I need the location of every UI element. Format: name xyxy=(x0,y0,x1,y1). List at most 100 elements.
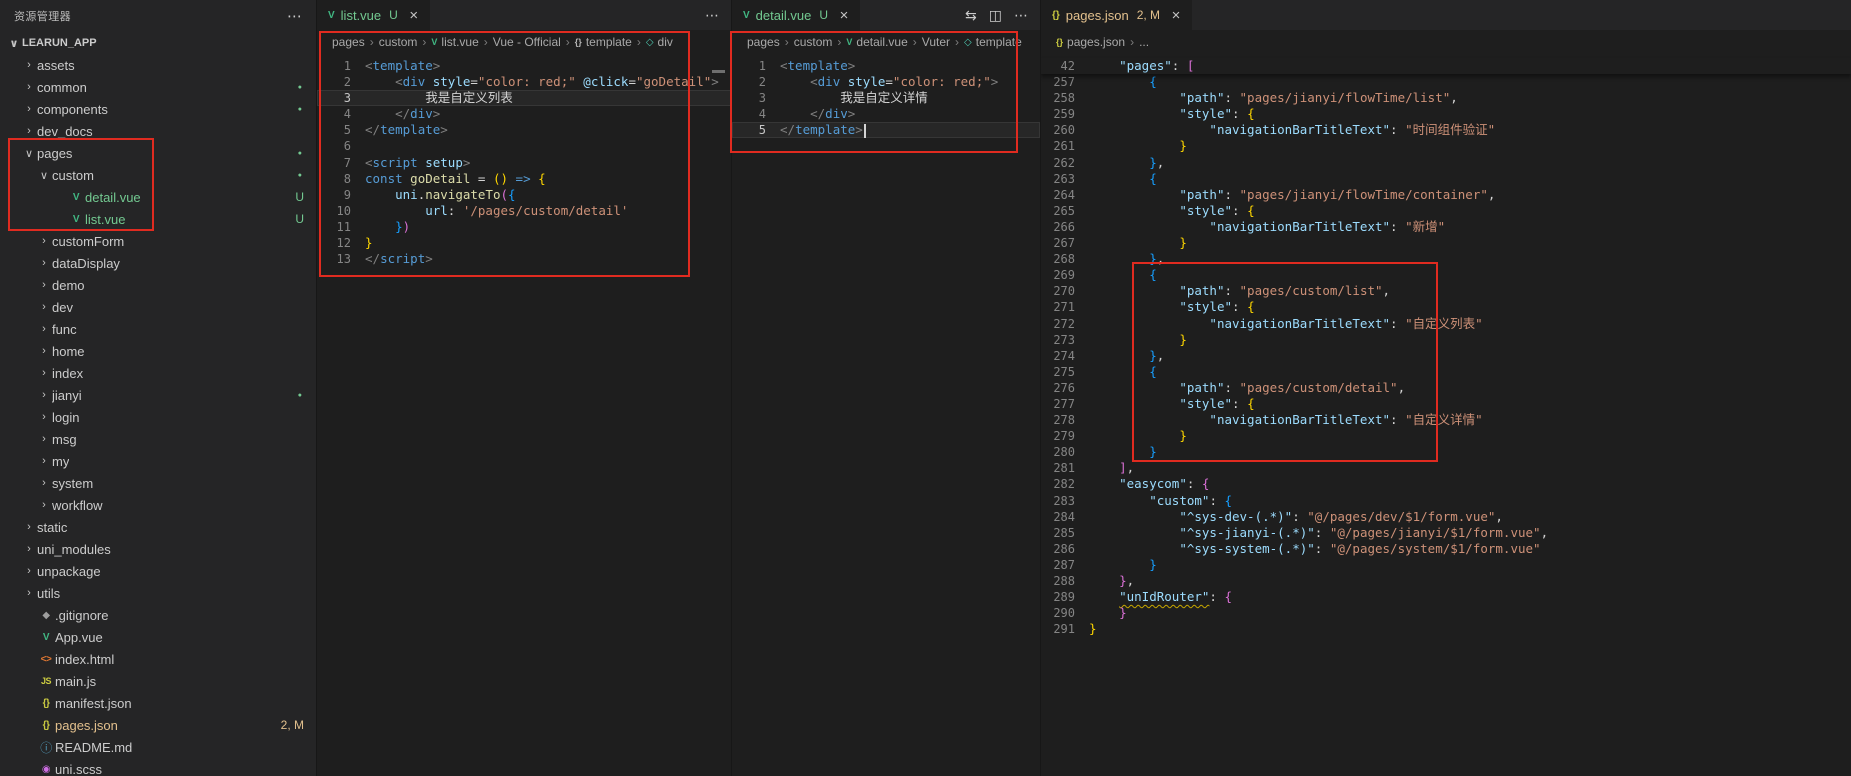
code-line-277[interactable]: 277 "style": { xyxy=(1041,396,1851,412)
tree-item-datadisplay[interactable]: ›dataDisplay xyxy=(0,252,316,274)
tree-item-login[interactable]: ›login xyxy=(0,406,316,428)
code-line-270[interactable]: 270 "path": "pages/custom/list", xyxy=(1041,283,1851,299)
breadcrumb-item-pages[interactable]: pages xyxy=(332,35,365,49)
code-line-274[interactable]: 274 }, xyxy=(1041,348,1851,364)
code-line-272[interactable]: 272 "navigationBarTitleText": "自定义列表" xyxy=(1041,316,1851,332)
code-line-280[interactable]: 280 } xyxy=(1041,444,1851,460)
tree-item-uni-scss[interactable]: ◉uni.scss xyxy=(0,758,316,776)
open-changes-icon[interactable]: ⇆ xyxy=(965,7,977,24)
breadcrumb-item-[interactable]: ... xyxy=(1139,35,1149,49)
code-line-12[interactable]: 12} xyxy=(317,235,731,251)
code-line-5[interactable]: 5</template> xyxy=(317,122,731,138)
code-line-2[interactable]: 2 <div style="color: red;"> xyxy=(732,74,1040,90)
breadcrumb-item-custom[interactable]: custom xyxy=(794,35,833,49)
code-line-268[interactable]: 268 }, xyxy=(1041,251,1851,267)
code-line-6[interactable]: 6 xyxy=(317,138,731,154)
tree-item-system[interactable]: ›system xyxy=(0,472,316,494)
code-line-291[interactable]: 291} xyxy=(1041,621,1851,637)
code-line-11[interactable]: 11 }) xyxy=(317,219,731,235)
tree-item-custom[interactable]: ∨custom● xyxy=(0,164,316,186)
breadcrumb-item-pages[interactable]: pages xyxy=(747,35,780,49)
tree-item-func[interactable]: ›func xyxy=(0,318,316,340)
code-line-269[interactable]: 269 { xyxy=(1041,267,1851,283)
tree-item-customform[interactable]: ›customForm xyxy=(0,230,316,252)
breadcrumb-item-template[interactable]: {}template xyxy=(575,35,632,49)
code-line-2[interactable]: 2 <div style="color: red;" @click="goDet… xyxy=(317,74,731,90)
tree-item-detail-vue[interactable]: Vdetail.vueU xyxy=(0,186,316,208)
tree-item-gitignore[interactable]: ◆.gitignore xyxy=(0,604,316,626)
tree-item-static[interactable]: ›static xyxy=(0,516,316,538)
code-line-3[interactable]: 3 我是自定义详情 xyxy=(732,90,1040,106)
split-editor-icon[interactable]: ◫ xyxy=(989,7,1002,24)
code-area[interactable]: 1<template>2 <div style="color: red;" @c… xyxy=(317,54,731,776)
more-icon[interactable]: ⋯ xyxy=(705,7,719,24)
code-line-259[interactable]: 259 "style": { xyxy=(1041,106,1851,122)
tree-item-utils[interactable]: ›utils xyxy=(0,582,316,604)
tree-item-uni-modules[interactable]: ›uni_modules xyxy=(0,538,316,560)
close-icon[interactable]: × xyxy=(406,7,422,24)
tree-item-manifest-json[interactable]: {}manifest.json xyxy=(0,692,316,714)
tab-list-vue[interactable]: Vlist.vueU× xyxy=(317,0,431,30)
code-line-288[interactable]: 288 }, xyxy=(1041,573,1851,589)
code-area[interactable]: 1<template>2 <div style="color: red;">3 … xyxy=(732,54,1040,776)
code-line-289[interactable]: 289 "unIdRouter": { xyxy=(1041,589,1851,605)
code-line-5[interactable]: 5</template> xyxy=(732,122,1040,138)
code-line-273[interactable]: 273 } xyxy=(1041,332,1851,348)
code-line-290[interactable]: 290 } xyxy=(1041,605,1851,621)
code-line-7[interactable]: 7<script setup> xyxy=(317,155,731,171)
code-line-287[interactable]: 287 } xyxy=(1041,557,1851,573)
tree-item-assets[interactable]: ›assets xyxy=(0,54,316,76)
code-line-257[interactable]: 257 { xyxy=(1041,74,1851,90)
tree-item-workflow[interactable]: ›workflow xyxy=(0,494,316,516)
tab-detail-vue[interactable]: Vdetail.vueU× xyxy=(732,0,861,30)
tree-item-dev-docs[interactable]: ›dev_docs xyxy=(0,120,316,142)
tree-item-home[interactable]: ›home xyxy=(0,340,316,362)
breadcrumb-item-vuter[interactable]: Vuter xyxy=(922,35,950,49)
code-line-286[interactable]: 286 "^sys-system-(.*)": "@/pages/system/… xyxy=(1041,541,1851,557)
tree-item-index[interactable]: ›index xyxy=(0,362,316,384)
tree-item-list-vue[interactable]: Vlist.vueU xyxy=(0,208,316,230)
tab-pages-json[interactable]: {}pages.json2, M× xyxy=(1041,0,1193,30)
code-line-10[interactable]: 10 url: '/pages/custom/detail' xyxy=(317,203,731,219)
code-line-4[interactable]: 4 </div> xyxy=(317,106,731,122)
code-line-4[interactable]: 4 </div> xyxy=(732,106,1040,122)
code-line-42[interactable]: 42 "pages": [ xyxy=(1041,58,1851,74)
tree-item-components[interactable]: ›components● xyxy=(0,98,316,120)
code-line-262[interactable]: 262 }, xyxy=(1041,155,1851,171)
code-line-279[interactable]: 279 } xyxy=(1041,428,1851,444)
code-line-264[interactable]: 264 "path": "pages/jianyi/flowTime/conta… xyxy=(1041,187,1851,203)
tree-item-main-js[interactable]: JSmain.js xyxy=(0,670,316,692)
code-line-266[interactable]: 266 "navigationBarTitleText": "新增" xyxy=(1041,219,1851,235)
tree-root-learun-app[interactable]: ∨ LEARUN_APP xyxy=(0,32,316,54)
code-line-13[interactable]: 13</script> xyxy=(317,251,731,267)
code-line-9[interactable]: 9 uni.navigateTo({ xyxy=(317,187,731,203)
code-line-278[interactable]: 278 "navigationBarTitleText": "自定义详情" xyxy=(1041,412,1851,428)
code-line-265[interactable]: 265 "style": { xyxy=(1041,203,1851,219)
close-icon[interactable]: × xyxy=(836,7,852,24)
more-icon[interactable]: ⋯ xyxy=(1014,7,1028,24)
breadcrumb-item-detail-vue[interactable]: Vdetail.vue xyxy=(846,35,907,49)
tree-item-demo[interactable]: ›demo xyxy=(0,274,316,296)
breadcrumb-item-vue-official[interactable]: Vue - Official xyxy=(493,35,561,49)
code-line-281[interactable]: 281 ], xyxy=(1041,460,1851,476)
code-line-283[interactable]: 283 "custom": { xyxy=(1041,493,1851,509)
code-line-267[interactable]: 267 } xyxy=(1041,235,1851,251)
code-line-258[interactable]: 258 "path": "pages/jianyi/flowTime/list"… xyxy=(1041,90,1851,106)
code-area[interactable]: 42 "pages": [257 {258 "path": "pages/jia… xyxy=(1041,54,1851,776)
tree-item-pages-json[interactable]: {}pages.json2, M xyxy=(0,714,316,736)
code-line-284[interactable]: 284 "^sys-dev-(.*)": "@/pages/dev/$1/for… xyxy=(1041,509,1851,525)
more-actions-icon[interactable]: ⋯ xyxy=(287,7,302,25)
tree-item-dev[interactable]: ›dev xyxy=(0,296,316,318)
tree-item-unpackage[interactable]: ›unpackage xyxy=(0,560,316,582)
code-line-282[interactable]: 282 "easycom": { xyxy=(1041,476,1851,492)
breadcrumb-item-custom[interactable]: custom xyxy=(379,35,418,49)
code-line-3[interactable]: 3 我是自定义列表 xyxy=(317,90,731,106)
code-line-261[interactable]: 261 } xyxy=(1041,138,1851,154)
breadcrumb-item-list-vue[interactable]: Vlist.vue xyxy=(431,35,478,49)
tree-item-common[interactable]: ›common● xyxy=(0,76,316,98)
tree-item-readme-md[interactable]: ⓘREADME.md xyxy=(0,736,316,758)
breadcrumb-item-template[interactable]: ◇template xyxy=(964,35,1022,49)
tree-item-app-vue[interactable]: VApp.vue xyxy=(0,626,316,648)
tree-item-pages[interactable]: ∨pages● xyxy=(0,142,316,164)
code-line-1[interactable]: 1<template> xyxy=(732,58,1040,74)
